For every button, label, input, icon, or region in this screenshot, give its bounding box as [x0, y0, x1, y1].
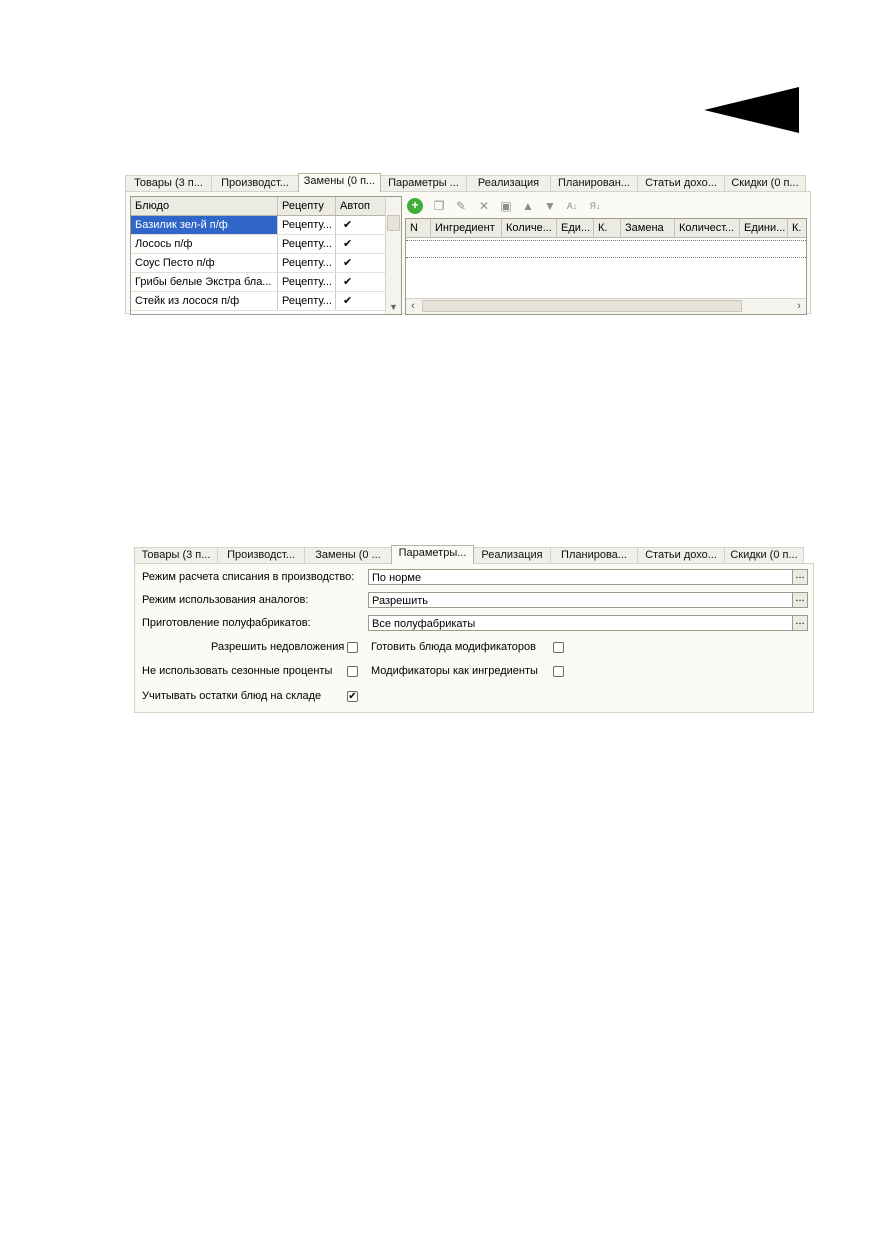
cell-dish: Соус Песто п/ф: [131, 254, 278, 272]
empty-row-divider: [406, 257, 806, 258]
horizontal-scrollbar[interactable]: ‹ ›: [406, 298, 806, 314]
tab-planning[interactable]: Планирова...: [550, 547, 638, 563]
table-header: Блюдо Рецепту Автоп: [131, 197, 401, 216]
table-row[interactable]: Лосось п/ф Рецепту... ✔: [131, 235, 401, 254]
tab-discounts[interactable]: Скидки (0 п...: [724, 175, 806, 191]
vertical-scrollbar[interactable]: ▼: [385, 197, 401, 314]
cell-auto-check-icon: ✔: [336, 235, 386, 253]
column-header-ingredient[interactable]: Ингредиент: [431, 219, 502, 237]
tab-bar: Товары (3 п... Производст... Замены (0 .…: [134, 545, 814, 564]
tab-production[interactable]: Производст...: [217, 547, 305, 563]
substitutions-panel: Товары (3 п... Производст... Замены (0 п…: [125, 173, 811, 315]
empty-row-divider: [406, 240, 806, 241]
ingredients-table[interactable]: N Ингредиент Количе... Еди... К. Замена …: [405, 218, 807, 315]
edit-icon[interactable]: ✎: [453, 198, 469, 214]
column-header-recipe[interactable]: Рецепту: [278, 197, 336, 215]
cell-dish: Грибы белые Экстра бла...: [131, 273, 278, 291]
column-header-auto[interactable]: Автоп: [336, 197, 386, 215]
cell-auto-check-icon: ✔: [336, 216, 386, 234]
tab-content: Режим расчета списания в производство: П…: [134, 563, 814, 713]
semifinished-field[interactable]: Все полуфабрикаты: [368, 615, 793, 631]
save-icon[interactable]: ▣: [498, 198, 514, 214]
tab-parameters[interactable]: Параметры...: [391, 545, 474, 564]
cell-recipe: Рецепту...: [278, 216, 336, 234]
tab-planning[interactable]: Планирован...: [550, 175, 638, 191]
cell-auto-check-icon: ✔: [336, 273, 386, 291]
table-row[interactable]: Соус Песто п/ф Рецепту... ✔: [131, 254, 401, 273]
tab-bar: Товары (3 п... Производст... Замены (0 п…: [125, 173, 811, 192]
scrollbar-thumb[interactable]: [387, 215, 400, 231]
table-row[interactable]: Базилик зел-й п/ф Рецепту... ✔: [131, 216, 401, 235]
column-header-sub-quantity[interactable]: Количест...: [675, 219, 740, 237]
cell-recipe: Рецепту...: [278, 292, 336, 310]
cell-dish: Лосось п/ф: [131, 235, 278, 253]
sort-asc-icon[interactable]: A↓: [564, 198, 580, 214]
writeoff-mode-field[interactable]: По норме: [368, 569, 793, 585]
consider-stock-label: Учитывать остатки блюд на складе: [142, 690, 322, 702]
move-up-icon[interactable]: ▲: [520, 198, 536, 214]
move-down-icon[interactable]: ▼: [542, 198, 558, 214]
column-header-unit[interactable]: Еди...: [557, 219, 594, 237]
tab-substitutions[interactable]: Замены (0 п...: [298, 173, 381, 192]
tab-production[interactable]: Производст...: [211, 175, 299, 191]
ingredients-toolbar: + ❐ ✎ ✕ ▣ ▲ ▼ A↓ Я↓: [407, 196, 807, 216]
analogs-mode-select-button[interactable]: ...: [792, 592, 808, 608]
cell-dish: Стейк из лосося п/ф: [131, 292, 278, 310]
cell-recipe: Рецепту...: [278, 235, 336, 253]
dishes-table[interactable]: Блюдо Рецепту Автоп Базилик зел-й п/ф Ре…: [130, 196, 402, 315]
tab-discounts[interactable]: Скидки (0 п...: [724, 547, 804, 563]
semifinished-label: Приготовление полуфабрикатов:: [142, 617, 311, 629]
no-seasonal-label: Не использовать сезонные проценты: [142, 665, 333, 677]
cell-auto-check-icon: ✔: [336, 292, 386, 310]
tab-parameters[interactable]: Параметры ...: [380, 175, 467, 191]
tab-sales[interactable]: Реализация: [473, 547, 551, 563]
scroll-left-icon[interactable]: ‹: [406, 299, 420, 314]
no-seasonal-checkbox[interactable]: [347, 666, 358, 677]
column-header-substitute[interactable]: Замена: [621, 219, 675, 237]
column-header-quantity[interactable]: Количе...: [502, 219, 557, 237]
consider-stock-checkbox[interactable]: ✔: [347, 691, 358, 702]
table-header: N Ингредиент Количе... Еди... К. Замена …: [406, 219, 806, 238]
table-row[interactable]: Грибы белые Экстра бла... Рецепту... ✔: [131, 273, 401, 292]
writeoff-mode-select-button[interactable]: ...: [792, 569, 808, 585]
scroll-down-icon[interactable]: ▼: [386, 302, 401, 312]
allow-shortage-checkbox[interactable]: [347, 642, 358, 653]
tab-content: Блюдо Рецепту Автоп Базилик зел-й п/ф Ре…: [125, 191, 811, 315]
add-icon[interactable]: +: [407, 198, 423, 214]
tab-goods[interactable]: Товары (3 п...: [125, 175, 212, 191]
parameters-panel: Товары (3 п... Производст... Замены (0 .…: [134, 545, 814, 713]
cook-modifiers-checkbox[interactable]: [553, 642, 564, 653]
column-header-k[interactable]: К.: [594, 219, 621, 237]
analogs-mode-field[interactable]: Разрешить: [368, 592, 793, 608]
cell-auto-check-icon: ✔: [336, 254, 386, 272]
column-header-dish[interactable]: Блюдо: [131, 197, 278, 215]
pointer-arrow-icon: [704, 87, 799, 133]
delete-icon[interactable]: ✕: [476, 198, 492, 214]
tab-income-items[interactable]: Статьи дохо...: [637, 175, 725, 191]
modifiers-as-ingredients-checkbox[interactable]: [553, 666, 564, 677]
tab-substitutions[interactable]: Замены (0 ...: [304, 547, 392, 563]
allow-shortage-label: Разрешить недовложения: [211, 641, 345, 653]
column-header-sub-unit[interactable]: Едини...: [740, 219, 788, 237]
cell-recipe: Рецепту...: [278, 254, 336, 272]
analogs-mode-label: Режим использования аналогов:: [142, 594, 309, 606]
cook-modifiers-label: Готовить блюда модификаторов: [371, 641, 537, 653]
tab-goods[interactable]: Товары (3 п...: [134, 547, 218, 563]
writeoff-mode-label: Режим расчета списания в производство:: [142, 571, 355, 583]
tab-income-items[interactable]: Статьи дохо...: [637, 547, 725, 563]
semifinished-select-button[interactable]: ...: [792, 615, 808, 631]
column-header-n[interactable]: N: [406, 219, 431, 237]
cell-dish: Базилик зел-й п/ф: [131, 216, 278, 234]
scroll-right-icon[interactable]: ›: [792, 299, 806, 314]
table-row[interactable]: Стейк из лосося п/ф Рецепту... ✔: [131, 292, 401, 311]
copy-icon[interactable]: ❐: [431, 198, 447, 214]
scrollbar-thumb[interactable]: [422, 300, 742, 312]
column-header-sub-k[interactable]: К.: [788, 219, 806, 237]
tab-sales[interactable]: Реализация: [466, 175, 551, 191]
modifiers-as-ingredients-label: Модификаторы как ингредиенты: [371, 665, 538, 677]
sort-desc-icon[interactable]: Я↓: [587, 198, 603, 214]
cell-recipe: Рецепту...: [278, 273, 336, 291]
